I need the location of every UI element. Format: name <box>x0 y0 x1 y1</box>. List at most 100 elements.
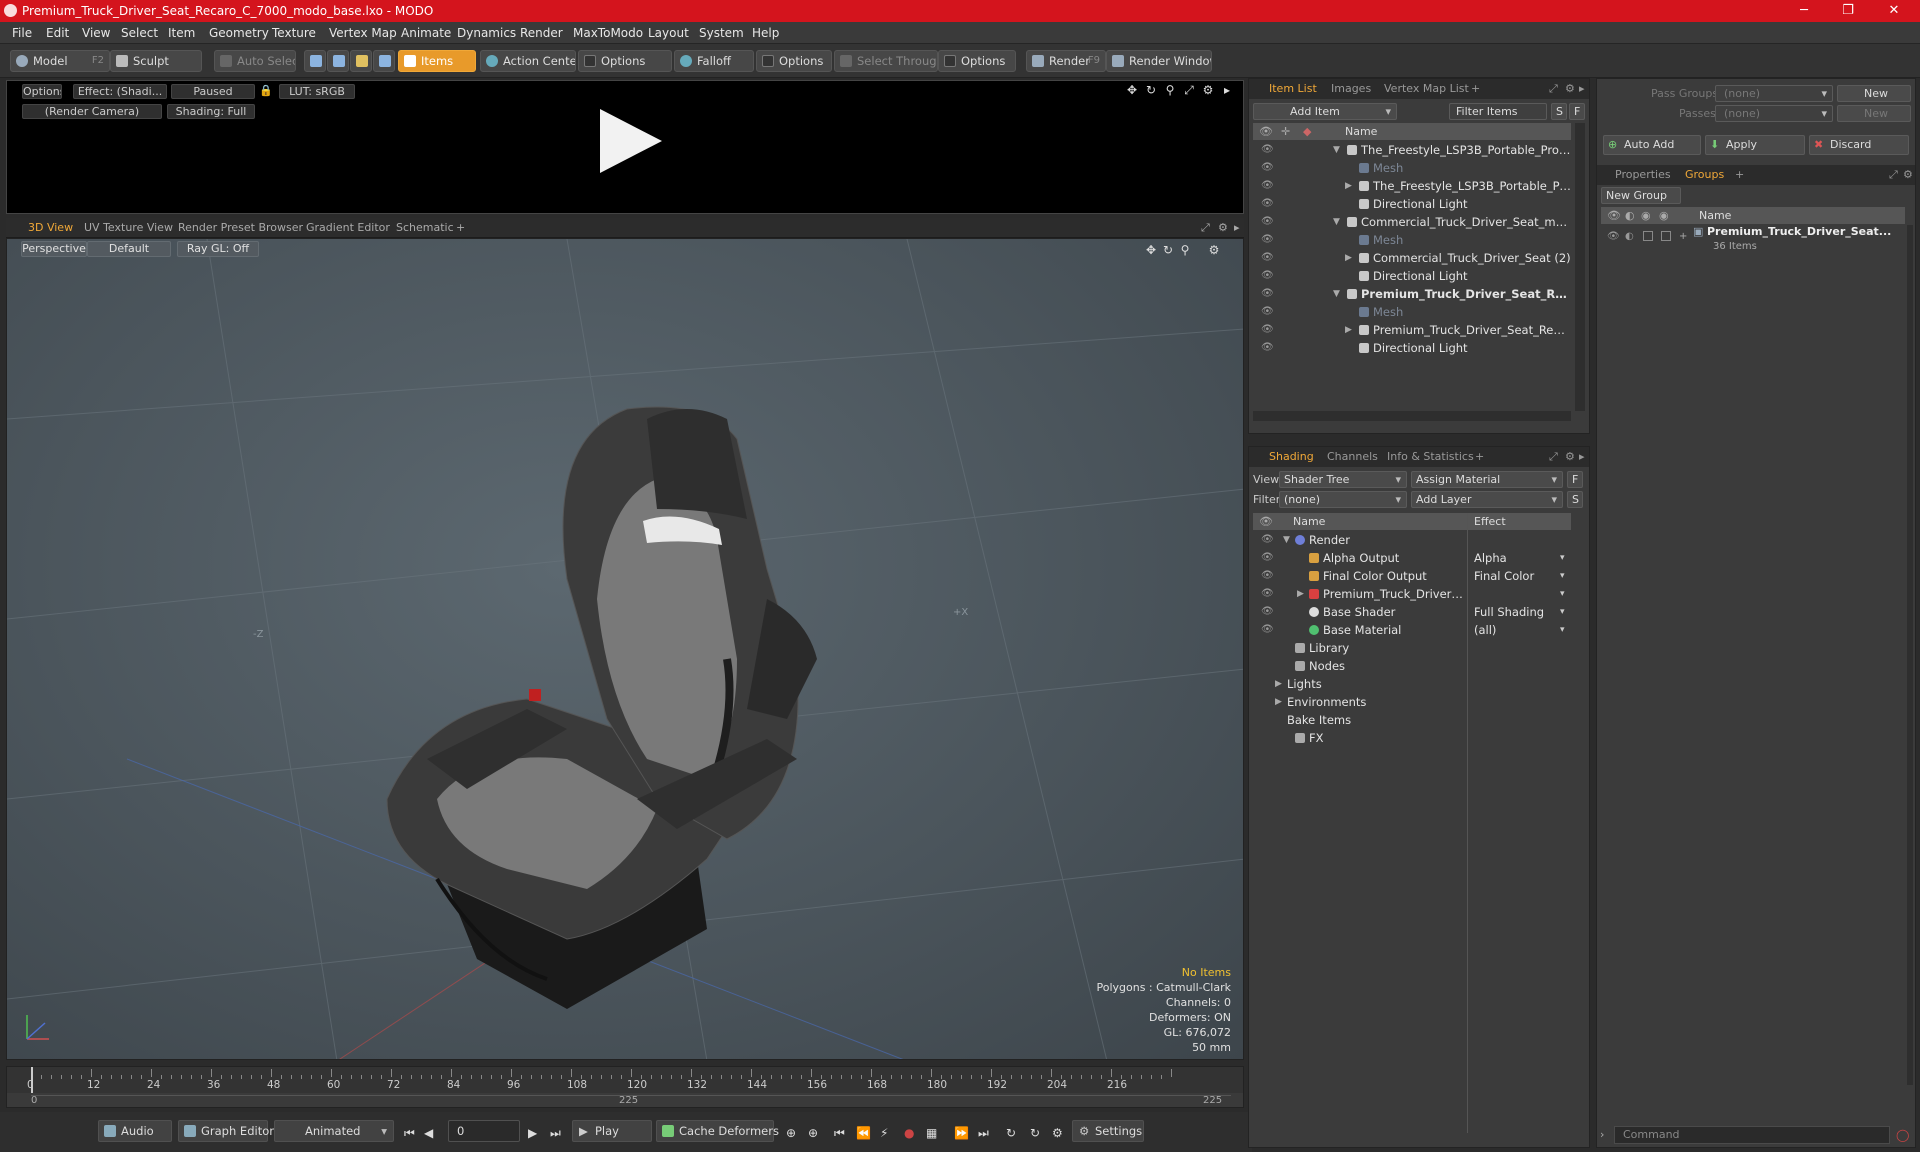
add-layer-dropdown[interactable]: Add Layer <box>1411 491 1563 508</box>
next-key-icon[interactable]: ⏭ <box>978 1126 989 1141</box>
shader-row[interactable]: FX <box>1253 729 1571 747</box>
eye-icon[interactable]: 👁 <box>1261 339 1274 357</box>
tab-vertex-map-list[interactable]: Vertex Map List <box>1384 82 1469 95</box>
model-button[interactable]: Model F2 <box>10 50 110 72</box>
menu-file[interactable]: File <box>12 26 32 40</box>
render-button[interactable]: Render F9 <box>1026 50 1106 72</box>
tab-add[interactable]: + <box>1735 168 1744 181</box>
maximize-icon[interactable]: ⤢ <box>1201 221 1210 235</box>
key-all-icon[interactable]: ⊕ <box>808 1126 818 1140</box>
eye-icon[interactable]: 👁 <box>1261 531 1274 549</box>
preview-lut-dropdown[interactable]: LUT: sRGB <box>279 84 355 99</box>
eye-icon[interactable]: 👁 <box>1261 621 1274 639</box>
item-row[interactable]: 👁 ▼ Commercial_Truck_Driver_Seat_modo_b ..… <box>1253 213 1571 231</box>
group-row[interactable]: 👁 ◐ + ▣ Premium_Truck_Driver_Seat... 36 … <box>1601 225 1905 259</box>
menu-vertex-map[interactable]: Vertex Map <box>329 26 397 40</box>
horizontal-scrollbar[interactable] <box>1253 411 1571 421</box>
menu-help[interactable]: Help <box>752 26 779 40</box>
effect-dropdown-icon[interactable]: ▾ <box>1560 549 1565 567</box>
tab-gradient-editor[interactable]: Gradient Editor <box>306 221 390 234</box>
pass-groups-dropdown[interactable]: (none) <box>1715 85 1833 102</box>
frame-field[interactable]: 0 <box>448 1120 520 1142</box>
graph-key-icon[interactable]: ⚡ <box>880 1126 888 1140</box>
expand-icon[interactable]: ▶ <box>1345 177 1352 195</box>
item-row[interactable]: 👁 ▶ Commercial_Truck_Driver_Seat (2) <box>1253 249 1571 267</box>
shader-row[interactable]: Nodes <box>1253 657 1571 675</box>
lock-icon[interactable]: 🔒 <box>259 84 271 99</box>
sculpt-button[interactable]: Sculpt <box>110 50 202 72</box>
gear-icon[interactable]: ⚙ <box>1218 221 1228 234</box>
vertical-scrollbar[interactable] <box>1575 123 1585 411</box>
tab-info-statistics[interactable]: Info & Statistics <box>1387 450 1474 463</box>
animated-dropdown[interactable]: Animated ▾ <box>274 1120 394 1142</box>
item-row[interactable]: 👁 Mesh <box>1253 231 1571 249</box>
play-button[interactable]: ▶ Play <box>572 1120 652 1142</box>
preview-effect-dropdown[interactable]: Effect: (Shadi... <box>73 84 167 99</box>
vertical-scrollbar[interactable] <box>1907 225 1913 1085</box>
select-vertices-button[interactable] <box>304 50 326 72</box>
shader-row[interactable]: 👁 ▶ Premium_Truck_Driver_Se ... ▾ <box>1253 585 1571 603</box>
item-row[interactable]: 👁 Directional Light <box>1253 267 1571 285</box>
timeline-range-bar[interactable] <box>31 1095 1231 1107</box>
arrow-right-icon[interactable]: ▸ <box>1579 450 1585 463</box>
render-window-button[interactable]: Render Window <box>1106 50 1212 72</box>
eye-icon[interactable]: 👁 <box>1261 177 1274 195</box>
prev-frame-icon[interactable]: ◀ <box>424 1126 433 1140</box>
move-icon[interactable]: ✥ <box>1125 83 1139 97</box>
item-row[interactable]: 👁 ▶ Premium_Truck_Driver_Seat_Recaro_ ... <box>1253 321 1571 339</box>
record-icon[interactable]: ● <box>904 1126 914 1140</box>
key-icon[interactable]: ⊕ <box>786 1126 796 1140</box>
select-through-button[interactable]: Select Through <box>834 50 938 72</box>
last-frame-icon[interactable]: ⏭ <box>550 1126 561 1141</box>
minimize-button[interactable]: ─ <box>1784 2 1824 20</box>
prev-key-icon[interactable]: ⏪ <box>856 1126 871 1140</box>
shader-row[interactable]: 👁 Base Material (all) ▾ <box>1253 621 1571 639</box>
select-polygons-button[interactable] <box>350 50 372 72</box>
settings-button[interactable]: ⚙ Settings <box>1072 1120 1144 1142</box>
tab-properties[interactable]: Properties <box>1615 168 1671 181</box>
auto-select-button[interactable]: Auto Select <box>214 50 296 72</box>
tab-item-list[interactable]: Item List <box>1269 82 1317 95</box>
gear-icon[interactable]: ⚙ <box>1903 168 1913 181</box>
tab-images[interactable]: Images <box>1331 82 1371 95</box>
menu-render[interactable]: Render <box>520 26 563 40</box>
action-center-button[interactable]: Action Center <box>480 50 576 72</box>
tab-add[interactable]: + <box>456 221 465 234</box>
auto-key-icon[interactable]: ▦ <box>926 1126 937 1140</box>
gear-icon[interactable]: ⚙ <box>1565 82 1575 95</box>
eye-icon[interactable]: 👁 <box>1261 603 1274 621</box>
menu-maxtomodo[interactable]: MaxToModo <box>573 26 643 40</box>
item-row[interactable]: 👁 Directional Light <box>1253 195 1571 213</box>
menu-layout[interactable]: Layout <box>648 26 689 40</box>
eye-icon[interactable]: 👁 <box>1261 249 1274 267</box>
maximize-icon[interactable]: ⤢ <box>1182 83 1196 97</box>
command-input[interactable]: Command <box>1614 1126 1890 1144</box>
effect-dropdown-icon[interactable]: ▾ <box>1560 603 1565 621</box>
effect-value[interactable]: (all) <box>1474 621 1554 639</box>
maximize-icon[interactable]: ⤢ <box>1889 168 1898 182</box>
eye-icon[interactable]: 👁 <box>1261 195 1274 213</box>
collapse-icon[interactable]: ▼ <box>1333 213 1340 231</box>
eye-icon[interactable]: 👁 <box>1261 285 1274 303</box>
eye-icon[interactable]: 👁 <box>1261 141 1274 159</box>
lock-checkbox[interactable] <box>1643 231 1653 241</box>
effect-value[interactable]: Alpha <box>1474 549 1554 567</box>
expand-icon[interactable]: ▶ <box>1297 585 1304 603</box>
sync-icon[interactable]: ↻ <box>1030 1126 1040 1140</box>
passes-dropdown[interactable]: (none) <box>1715 105 1833 122</box>
expand-icon[interactable]: + <box>1679 231 1687 242</box>
preview-paused-button[interactable]: Paused <box>171 84 255 99</box>
rotate-icon[interactable]: ↻ <box>1144 83 1158 97</box>
menu-texture[interactable]: Texture <box>272 26 316 40</box>
eye-icon[interactable]: 👁 <box>1261 585 1274 603</box>
menu-view[interactable]: View <box>82 26 110 40</box>
effect-dropdown-icon[interactable]: ▾ <box>1560 567 1565 585</box>
item-row[interactable]: 👁 ▶ The_Freestyle_LSP3B_Portable_Proje ... <box>1253 177 1571 195</box>
select-materials-button[interactable] <box>373 50 395 72</box>
loop-icon[interactable]: ↻ <box>1006 1126 1016 1140</box>
render-toggle-icon[interactable]: ◐ <box>1625 231 1634 242</box>
arrow-right-icon[interactable]: ▸ <box>1220 83 1234 97</box>
expand-icon[interactable]: ▶ <box>1345 321 1352 339</box>
assign-material-dropdown[interactable]: Assign Material <box>1411 471 1563 488</box>
eye-icon[interactable]: 👁 <box>1261 267 1274 285</box>
